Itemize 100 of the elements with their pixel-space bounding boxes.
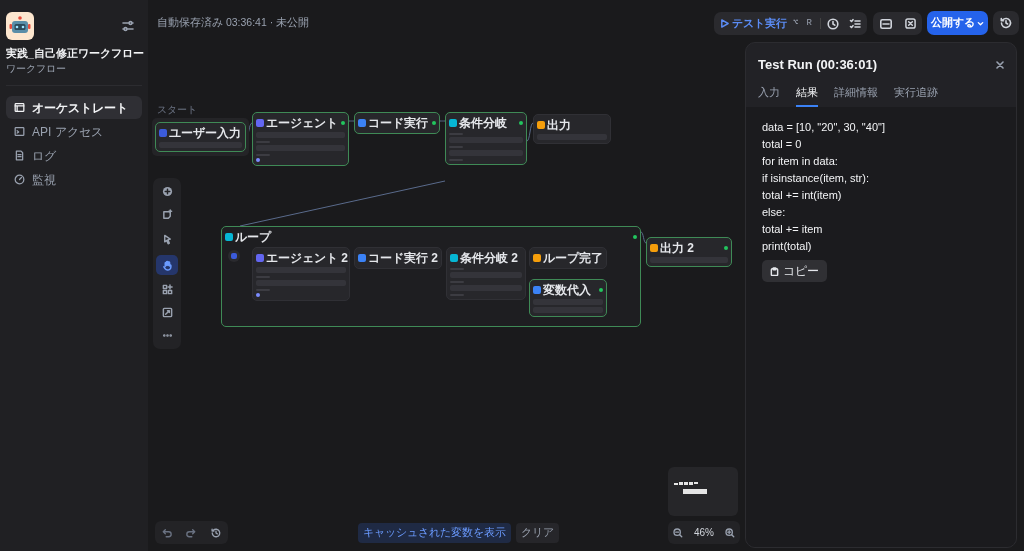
nav-item[interactable]: ログ xyxy=(6,144,142,167)
layout-icon xyxy=(14,102,25,113)
note-icon[interactable] xyxy=(161,209,173,220)
nav-item[interactable]: API アクセス xyxy=(6,120,142,143)
result-line: total += int(item) xyxy=(762,188,842,204)
sliders-icon[interactable] xyxy=(122,20,134,32)
workflow-node[interactable]: 出力 xyxy=(533,114,611,144)
hand-icon xyxy=(161,259,173,271)
undo-icon[interactable] xyxy=(162,527,173,538)
node-icon xyxy=(449,119,457,127)
document-icon xyxy=(14,150,25,161)
node-title: エージェント xyxy=(266,116,338,130)
result-line: total = 0 xyxy=(762,137,802,153)
workflow-node[interactable]: 出力 2 xyxy=(646,237,732,267)
play-icon xyxy=(720,19,729,28)
node-icon xyxy=(256,119,264,127)
node-title: 出力 2 xyxy=(660,241,694,255)
clock-icon[interactable] xyxy=(826,17,839,30)
node-title: ユーザー入力 xyxy=(169,126,241,140)
workflow-node[interactable]: コード実行 2 xyxy=(354,247,442,269)
publish-button[interactable]: 公開する xyxy=(927,11,988,35)
workflow-node[interactable]: エージェント 2 xyxy=(252,247,350,301)
grid-icon[interactable] xyxy=(161,284,173,295)
close-icon[interactable] xyxy=(996,60,1004,69)
panel-tab[interactable]: 入力 xyxy=(758,84,780,108)
node-title: エージェント 2 xyxy=(266,251,348,265)
app-title: 実践_自己修正ワークフロー xyxy=(6,46,144,60)
clear-button[interactable]: クリア xyxy=(516,523,559,543)
node-title: 条件分岐 2 xyxy=(460,251,518,265)
nav-item[interactable]: 監視 xyxy=(6,168,142,191)
group-label: スタート xyxy=(157,104,197,116)
node-icon xyxy=(159,129,167,137)
node-icon xyxy=(533,286,541,294)
node-title: コード実行 xyxy=(368,116,428,130)
node-title: コード実行 2 xyxy=(368,251,438,265)
workflow-node[interactable]: コード実行 xyxy=(354,112,440,134)
node-title: ループ完了 xyxy=(543,251,603,265)
tool-icon xyxy=(256,293,260,297)
connector-line xyxy=(348,120,355,122)
copy-button[interactable]: コピー xyxy=(762,260,827,283)
result-line: total += item xyxy=(762,222,823,238)
result-line: for item in data: xyxy=(762,154,838,170)
nav-item[interactable]: オーケストレート xyxy=(6,96,142,119)
chevron-down-icon xyxy=(977,19,984,27)
node-icon xyxy=(225,233,233,241)
result-line: if isinstance(item, str): xyxy=(762,171,869,187)
zoom-level: 46% xyxy=(694,526,714,540)
loop-start-node[interactable] xyxy=(228,250,240,262)
maximize-icon[interactable] xyxy=(161,307,173,318)
loop-node[interactable]: ループ エージェント 2 コード実行 2 条件分岐 2 ループ完了 変数代入 xyxy=(221,226,641,327)
node-title: 変数代入 xyxy=(543,283,591,297)
result-line: print(total) xyxy=(762,239,812,255)
node-title: ループ xyxy=(235,230,271,244)
tool-icon xyxy=(256,158,260,162)
result-line: data = [10, "20", 30, "40"] xyxy=(762,120,885,136)
clipboard-icon xyxy=(770,266,779,276)
node-title: 出力 xyxy=(547,118,571,132)
panel-tab[interactable]: 詳細情報 xyxy=(834,84,878,108)
redo-icon[interactable] xyxy=(186,527,197,538)
workflow-node[interactable]: エージェント xyxy=(252,112,349,166)
workflow-node[interactable]: ループ完了 xyxy=(529,247,607,269)
node-icon xyxy=(450,254,458,262)
workflow-node[interactable]: 条件分岐 xyxy=(445,112,527,165)
app-type: ワークフロー xyxy=(6,62,66,75)
connector-line xyxy=(640,231,647,244)
node-icon xyxy=(256,254,264,262)
workflow-node[interactable]: 変数代入 xyxy=(529,279,607,317)
shortcut-key: R xyxy=(804,16,814,31)
save-status: 自動保存済み 03:36:41 · 未公開 xyxy=(157,15,310,30)
panel-title: Test Run (00:36:01) xyxy=(758,56,877,74)
node-icon xyxy=(533,254,541,262)
minimap[interactable] xyxy=(668,467,738,516)
panel-tab[interactable]: 実行追跡 xyxy=(894,84,938,108)
node-icon xyxy=(358,119,366,127)
pointer-icon xyxy=(161,233,173,245)
history-icon[interactable] xyxy=(210,527,221,538)
node-title: 条件分岐 xyxy=(459,116,507,130)
test-run-button[interactable]: テスト実行 xyxy=(720,15,787,32)
workflow-node[interactable]: ユーザー入力 xyxy=(155,122,246,152)
workflow-node[interactable]: 条件分岐 2 xyxy=(446,247,526,300)
show-cached-variables-button[interactable]: キャッシュされた変数を表示 xyxy=(358,523,511,543)
shortcut-key: ⌥ xyxy=(791,16,801,31)
gauge-icon xyxy=(14,174,25,185)
history-icon xyxy=(1000,17,1012,29)
result-line: else: xyxy=(762,205,786,221)
checklist-icon[interactable] xyxy=(848,17,861,30)
node-icon xyxy=(537,121,545,129)
add-icon[interactable] xyxy=(161,186,173,197)
node-icon xyxy=(650,244,658,252)
zoom-in-icon[interactable] xyxy=(724,527,735,538)
connector-line xyxy=(439,120,446,122)
history-button[interactable] xyxy=(993,11,1019,35)
node-icon xyxy=(358,254,366,262)
zoom-out-icon[interactable] xyxy=(673,527,684,538)
connector-line xyxy=(526,122,534,142)
terminal-icon xyxy=(14,126,25,137)
loop-start-icon xyxy=(231,253,237,259)
variable-icon[interactable] xyxy=(904,18,916,29)
robot-app-icon xyxy=(6,12,34,40)
hand-tool-button[interactable] xyxy=(156,255,178,275)
